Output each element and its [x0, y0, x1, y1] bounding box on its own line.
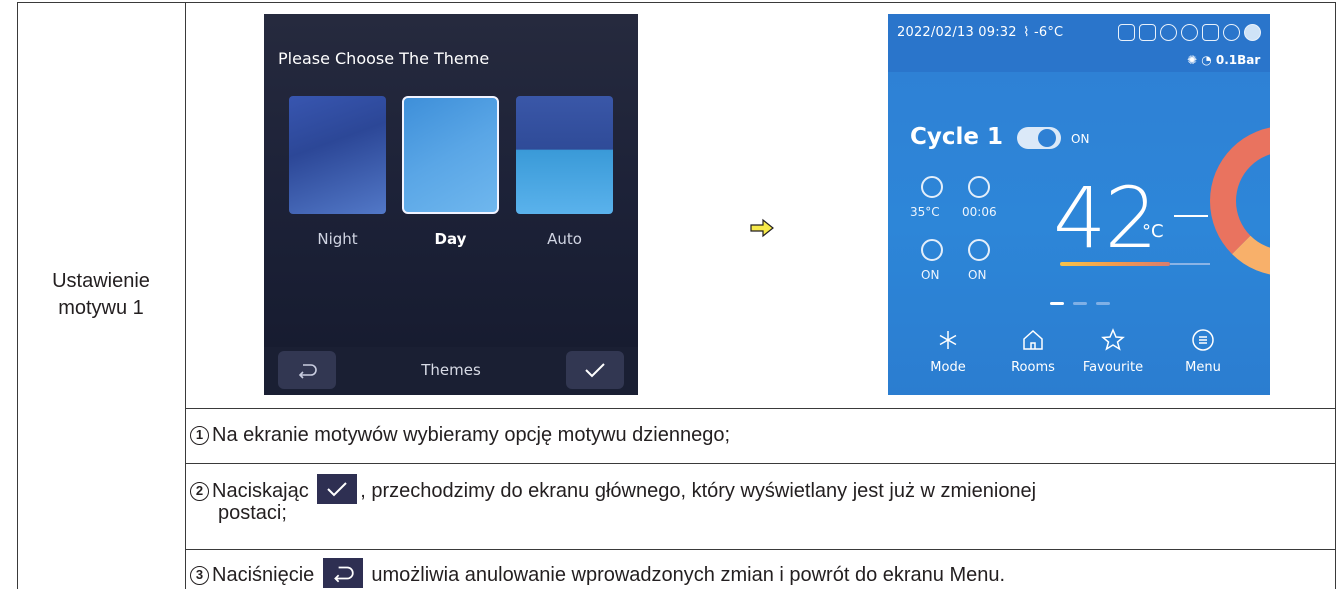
eco-state-text: ON [968, 268, 987, 282]
pressure-text: 0.1Bar [1215, 53, 1261, 67]
step-text-after: , przechodzimy do ekranu głównego, który… [360, 480, 1037, 502]
instruction-step-1: 1 Na ekranie motywów wybieramy opcję moty… [190, 422, 730, 448]
check-icon [327, 482, 347, 497]
page-dot-active [1050, 302, 1064, 305]
eco-icon[interactable] [968, 239, 990, 261]
page-indicator [1050, 302, 1110, 305]
step-text-continued: postaci; [218, 502, 287, 524]
heater-icon [1139, 24, 1156, 41]
status-icons-group [1118, 24, 1261, 41]
theme-caption-day: Day [434, 230, 467, 248]
instruction-step-3: 3 Naciśnięcie umożliwia anulowanie wprowa… [190, 558, 1005, 588]
sun-icon [1181, 24, 1198, 41]
nav-mode[interactable]: Mode [913, 328, 983, 375]
nav-mode-label: Mode [930, 360, 966, 375]
nav-favourite-label: Favourite [1082, 360, 1144, 375]
date-time-text: 2022/02/13 09:32 [897, 25, 1017, 40]
water-temp-text: 35°C [910, 205, 940, 219]
nav-menu-label: Menu [1185, 360, 1221, 375]
star-icon [1101, 328, 1125, 351]
return-icon [333, 566, 354, 583]
temperature-bar [1060, 262, 1170, 266]
theme-option-day[interactable] [402, 96, 499, 214]
theme-caption-auto: Auto [547, 230, 582, 248]
gear-pressure-icon: ✺ ◔ [1187, 53, 1216, 67]
home-screen: 2022/02/13 09:32 ⌇ -6°C ✺ ◔ 0.1Bar Cycle… [888, 14, 1270, 395]
cycle-title: Cycle 1 [910, 124, 1003, 150]
row-label: Ustawienie motywu 1 [52, 270, 150, 319]
step-number: 2 [190, 482, 209, 501]
status-date-time: 2022/02/13 09:32 ⌇ -6°C [897, 25, 1063, 40]
house-icon [1023, 329, 1043, 350]
theme-caption-night: Night [317, 230, 358, 248]
table-border-top [17, 2, 1336, 3]
cycle-toggle[interactable] [1017, 127, 1061, 149]
nav-rooms[interactable]: Rooms [998, 328, 1068, 375]
chevron-down-icon[interactable] [1244, 24, 1261, 41]
check-icon [585, 363, 605, 378]
step-text: Na ekranie motywów wybieramy opcję motyw… [212, 424, 731, 446]
theme-option-auto[interactable] [516, 96, 613, 214]
page-dot [1073, 302, 1087, 305]
page-dot [1096, 302, 1110, 305]
step-text-before: Naciskając [212, 480, 309, 502]
remote-icon [1118, 24, 1135, 41]
nav-menu[interactable]: Menu [1168, 328, 1238, 375]
menu-list-icon [1192, 329, 1214, 351]
tank-icon [1202, 24, 1219, 41]
nav-favourite[interactable]: Favourite [1078, 328, 1148, 375]
schedule-icon[interactable] [921, 239, 943, 261]
nav-rooms-label: Rooms [1011, 360, 1055, 375]
step-text-before: Naciśnięcie [212, 564, 315, 586]
arrow-right-icon [750, 218, 774, 238]
step-text-after: umożliwia anulowanie wprowadzonych zmian… [371, 564, 1006, 586]
theme-screen-title: Please Choose The Theme [278, 49, 490, 68]
table-border-right [1335, 2, 1336, 589]
gauge-status-icon [1223, 24, 1240, 41]
cycle-state-label: ON [1071, 132, 1090, 146]
step-number: 1 [190, 426, 209, 445]
outdoor-temp-text: -6°C [1033, 25, 1064, 40]
instruction-step-2: 2 Naciskając , przechodzimy do ekranu głó… [190, 474, 1036, 504]
inline-confirm-button [317, 474, 358, 504]
table-divider-row [185, 463, 1336, 464]
temperature-bar-track [1170, 263, 1210, 265]
pump-icon [1160, 24, 1177, 41]
target-temperature: 42 [1053, 169, 1158, 267]
timer-icon[interactable] [968, 176, 990, 198]
thermometer-icon: ⌇ [1023, 25, 1030, 40]
mode-snowflake-icon [939, 331, 957, 349]
table-divider-column [185, 2, 186, 589]
pressure-readout: ✺ ◔ 0.1Bar [1187, 53, 1260, 67]
timer-text: 00:06 [962, 205, 997, 219]
schedule-state-text: ON [921, 268, 940, 282]
temperature-unit: °C [1142, 221, 1164, 242]
step-number: 3 [190, 566, 209, 585]
confirm-button[interactable] [566, 351, 624, 389]
theme-selection-screen: Please Choose The Theme Night Day Auto T… [264, 14, 638, 395]
inline-back-button [322, 558, 363, 588]
water-temp-icon[interactable] [921, 176, 943, 198]
temperature-dial[interactable] [1210, 126, 1270, 276]
temperature-pointer-line [1174, 215, 1208, 217]
theme-option-night[interactable] [289, 96, 386, 214]
table-divider-row [185, 549, 1336, 550]
table-divider-row [185, 408, 1336, 409]
instruction-step-2-line2: postaci; [218, 500, 287, 526]
